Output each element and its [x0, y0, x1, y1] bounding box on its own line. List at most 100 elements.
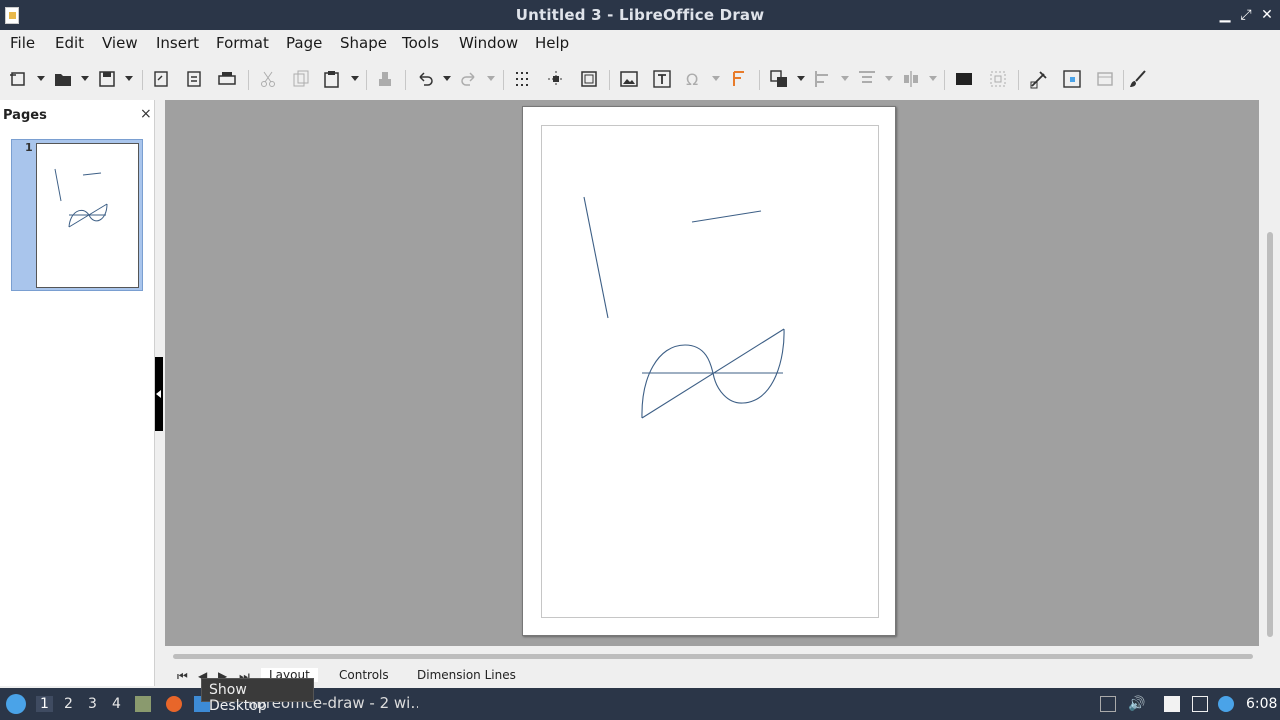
workspace-4[interactable]: 4: [112, 696, 121, 712]
transformations-icon[interactable]: [768, 68, 790, 90]
page-shapes: [583, 196, 785, 419]
redo-dropdown[interactable]: [487, 76, 495, 81]
separator: [248, 70, 249, 90]
page-thumbnail-selected[interactable]: 1: [11, 139, 143, 291]
fontwork-icon[interactable]: [728, 68, 750, 90]
transformations-dropdown[interactable]: [797, 76, 805, 81]
separator: [366, 70, 367, 90]
separator: [1018, 70, 1019, 90]
shadow-icon[interactable]: [953, 68, 975, 90]
special-character-dropdown[interactable]: [712, 76, 720, 81]
horizontal-scrollbar[interactable]: [165, 648, 1259, 664]
menu-tools[interactable]: Tools: [402, 34, 439, 52]
align-icon[interactable]: [812, 68, 834, 90]
show-desktop-tooltip: Show Desktop: [201, 678, 314, 714]
tab-dimension-lines[interactable]: Dimension Lines: [409, 668, 524, 682]
line-shape-2[interactable]: [691, 210, 762, 223]
workspace-3[interactable]: 3: [88, 696, 97, 712]
vertical-scrollbar[interactable]: [1262, 100, 1280, 646]
horizontal-scrollbar-thumb[interactable]: [173, 654, 1253, 659]
menu-view[interactable]: View: [102, 34, 138, 52]
save-icon[interactable]: [96, 68, 118, 90]
menu-insert[interactable]: Insert: [156, 34, 199, 52]
libreoffice-draw-window: Untitled 3 - LibreOffice Draw ▁ ⤢ ✕ File…: [0, 0, 1280, 720]
insert-textbox-icon[interactable]: [651, 68, 673, 90]
open-dropdown[interactable]: [81, 76, 89, 81]
start-menu-icon[interactable]: [6, 694, 26, 714]
drawing-page[interactable]: [522, 106, 896, 636]
minimize-button[interactable]: ▁: [1215, 5, 1235, 25]
tray-arrow-icon[interactable]: [1100, 696, 1116, 712]
drawing-canvas[interactable]: [165, 100, 1259, 646]
firefox-icon[interactable]: [166, 696, 182, 712]
paste-dropdown[interactable]: [351, 76, 359, 81]
title-bar: Untitled 3 - LibreOffice Draw ▁ ⤢ ✕: [0, 0, 1280, 30]
align-dropdown[interactable]: [841, 76, 849, 81]
distribute-dropdown[interactable]: [929, 76, 937, 81]
menu-format[interactable]: Format: [216, 34, 269, 52]
export-pdf-icon[interactable]: [183, 68, 205, 90]
first-tab-icon[interactable]: ⏮: [177, 669, 188, 684]
points-icon[interactable]: [1061, 68, 1083, 90]
window-title: Untitled 3 - LibreOffice Draw: [515, 6, 765, 24]
pane-collapse-handle[interactable]: [155, 357, 163, 431]
menu-help[interactable]: Help: [535, 34, 569, 52]
menu-shape[interactable]: Shape: [340, 34, 387, 52]
distribute-icon[interactable]: [900, 68, 922, 90]
tab-controls[interactable]: Controls: [331, 668, 397, 682]
pages-pane-title: Pages: [3, 108, 47, 123]
menu-file[interactable]: File: [10, 34, 35, 52]
workspace-2[interactable]: 2: [64, 696, 73, 712]
update-notifier-icon[interactable]: [1218, 696, 1234, 712]
menu-window[interactable]: Window: [459, 34, 518, 52]
arrange-dropdown[interactable]: [885, 76, 893, 81]
copy-icon[interactable]: [290, 68, 312, 90]
page-number: 1: [25, 141, 33, 154]
maximize-button[interactable]: ⤢: [1236, 5, 1256, 25]
menu-page[interactable]: Page: [286, 34, 322, 52]
menu-edit[interactable]: Edit: [55, 34, 84, 52]
print-icon[interactable]: [216, 68, 238, 90]
cut-icon[interactable]: [257, 68, 279, 90]
separator: [609, 70, 610, 90]
arrange-icon[interactable]: [856, 68, 878, 90]
menu-bar: File Edit View Insert Format Page Shape …: [0, 30, 1280, 56]
pages-pane-close-icon[interactable]: ×: [140, 106, 152, 122]
standard-toolbar: Ω: [0, 62, 1280, 96]
brush-icon[interactable]: [1127, 68, 1149, 90]
page-thumbnail-preview[interactable]: [36, 143, 139, 288]
new-dropdown[interactable]: [37, 76, 45, 81]
line-shape-1[interactable]: [583, 196, 609, 319]
clone-formatting-icon[interactable]: [374, 68, 396, 90]
undo-dropdown[interactable]: [443, 76, 451, 81]
network-icon[interactable]: [1192, 696, 1208, 712]
vertical-scrollbar-thumb[interactable]: [1267, 232, 1273, 637]
toggle-extrusion-icon[interactable]: [1028, 68, 1050, 90]
insert-image-icon[interactable]: [618, 68, 640, 90]
file-manager-icon[interactable]: [135, 696, 151, 712]
separator: [759, 70, 760, 90]
taskbar: 1 2 3 4 libreoffice-draw - 2 wi… 🔊 6:08: [0, 688, 1280, 720]
volume-icon[interactable]: 🔊: [1128, 696, 1145, 712]
workspace-1[interactable]: 1: [36, 696, 53, 712]
undo-icon[interactable]: [414, 68, 436, 90]
separator: [142, 70, 143, 90]
open-icon[interactable]: [52, 68, 74, 90]
export-icon[interactable]: [150, 68, 172, 90]
separator: [405, 70, 406, 90]
glue-points-icon[interactable]: [1094, 68, 1116, 90]
grid-icon[interactable]: [511, 68, 533, 90]
helplines-icon[interactable]: [545, 68, 567, 90]
save-dropdown[interactable]: [125, 76, 133, 81]
pages-pane: Pages × 1: [0, 100, 155, 686]
layer-tabs-bar: ⏮ ◀ ▶ ⏭ Layout Controls Dimension Lines: [165, 664, 1280, 688]
new-icon[interactable]: [8, 68, 30, 90]
close-button[interactable]: ✕: [1257, 5, 1277, 25]
clipboard-icon[interactable]: [1164, 696, 1180, 712]
special-character-icon[interactable]: Ω: [682, 68, 704, 90]
paste-icon[interactable]: [321, 68, 343, 90]
redo-icon[interactable]: [458, 68, 480, 90]
thumbnail-drawing: [54, 168, 108, 228]
zoom-page-icon[interactable]: [578, 68, 600, 90]
crop-icon[interactable]: [987, 68, 1009, 90]
